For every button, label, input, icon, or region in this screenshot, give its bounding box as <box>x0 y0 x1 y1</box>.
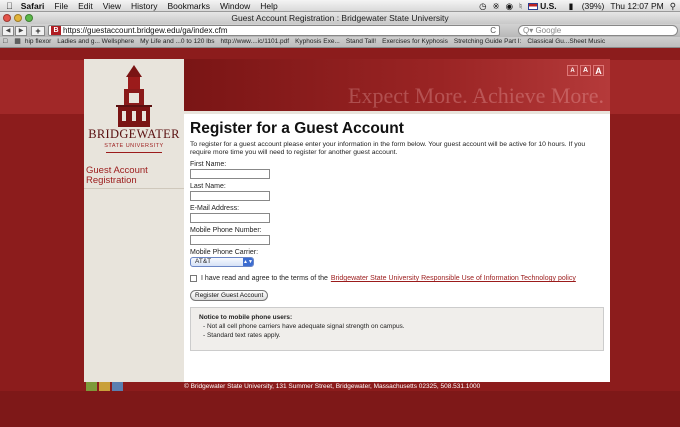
footer-swatch <box>99 382 110 391</box>
url-text: https://guestaccount.bridgew.edu/ga/inde… <box>63 26 228 35</box>
logo-name: BRIDGEWATER <box>88 127 180 141</box>
page-title: Register for a Guest Account <box>190 120 404 137</box>
first-name-label: First Name: <box>190 161 227 168</box>
clock[interactable]: Thu 12:07 PM <box>610 1 663 11</box>
volume-icon[interactable]: ♮ <box>519 1 522 12</box>
wifi-icon[interactable]: ◉ <box>506 1 513 12</box>
top-sites-icon[interactable]: ▦ <box>14 37 21 47</box>
university-logo[interactable]: BRIDGEWATER STATE UNIVERSITY <box>84 59 184 153</box>
menu-file[interactable]: File <box>54 1 68 11</box>
tagline: Expect More. Achieve More. <box>348 83 604 108</box>
logo-subtitle: STATE UNIVERSITY <box>104 143 164 149</box>
footer-swatch <box>86 382 97 391</box>
add-bookmark-button[interactable]: + <box>31 25 45 36</box>
email-label: E-Mail Address: <box>190 205 240 212</box>
text-size-large-button[interactable]: A <box>593 65 604 76</box>
phone-label: Mobile Phone Number: <box>190 227 262 234</box>
menu-bar:  Safari File Edit View History Bookmark… <box>0 0 680 12</box>
select-arrows-icon: ▲▼ <box>243 258 253 266</box>
footer-swatch <box>112 382 123 391</box>
last-name-field[interactable] <box>190 191 270 201</box>
bluetooth-icon[interactable]: ※ <box>493 1 500 12</box>
footer: © Bridgewater State University, 131 Summ… <box>84 382 610 391</box>
search-input[interactable]: Q▾ Google <box>518 25 678 36</box>
register-button[interactable]: Register Guest Account <box>190 290 269 301</box>
reload-icon[interactable]: C <box>490 26 496 35</box>
bookmark-item[interactable]: hip flexor <box>25 37 51 47</box>
input-source[interactable]: U.S. <box>528 1 557 11</box>
window-titlebar: Guest Account Registration : Bridgewater… <box>0 12 680 24</box>
menu-app-name[interactable]: Safari <box>21 1 45 11</box>
window-title: Guest Account Registration : Bridgewater… <box>231 13 449 23</box>
menu-edit[interactable]: Edit <box>78 1 93 11</box>
menu-window[interactable]: Window <box>220 1 250 11</box>
left-column: BRIDGEWATER STATE UNIVERSITY Guest Accou… <box>84 59 184 382</box>
bookmarks-bar: □ ▦ hip flexor Ladies and g... Wellspher… <box>0 37 680 48</box>
bookmark-item[interactable]: Stand Tall! <box>346 37 376 47</box>
carrier-select[interactable]: AT&T ▲▼ <box>190 257 254 267</box>
bookmark-item[interactable]: My Life and ...0 to 120 lbs <box>140 37 214 47</box>
browser-toolbar: ◀ ▶ + B https://guestaccount.bridgew.edu… <box>0 24 680 37</box>
intro-text: To register for a guest account please e… <box>190 141 586 156</box>
bookmark-item[interactable]: Classical Gu...Sheet Music <box>527 37 605 47</box>
minimize-icon[interactable] <box>14 14 22 22</box>
logo-divider <box>106 152 162 153</box>
spotlight-icon[interactable]: ⚲ <box>670 1 676 12</box>
agree-checkbox[interactable] <box>190 275 197 282</box>
first-name-field[interactable] <box>190 169 270 179</box>
notice-item: - Standard text rates apply. <box>203 332 281 339</box>
site-favicon-icon: B <box>51 26 61 35</box>
address-bar[interactable]: B https://guestaccount.bridgew.edu/ga/in… <box>48 25 500 36</box>
bookmark-item[interactable]: http://www....ic/1101.pdf <box>221 37 290 47</box>
carrier-value: AT&T <box>195 258 212 265</box>
flag-icon <box>528 3 539 11</box>
time-machine-icon[interactable]: ◷ <box>479 1 486 12</box>
menu-bookmarks[interactable]: Bookmarks <box>167 1 210 11</box>
reading-list-icon[interactable]: □ <box>3 37 7 47</box>
site-container: BRIDGEWATER STATE UNIVERSITY Guest Accou… <box>84 59 610 391</box>
text-size-controls: A A A <box>565 65 604 76</box>
bookmark-item[interactable]: Kyphosis Exe... <box>295 37 340 47</box>
notice-item: - Not all cell phone carriers have adequ… <box>203 323 405 330</box>
page-bottom <box>0 391 680 427</box>
text-size-medium-button[interactable]: A <box>580 65 591 76</box>
tower-logo-icon <box>116 65 152 127</box>
menu-view[interactable]: View <box>103 1 121 11</box>
nav-guest-account-registration[interactable]: Guest Account Registration <box>84 164 184 189</box>
back-button[interactable]: ◀ <box>2 25 14 36</box>
battery-icon: ▮ <box>568 0 574 11</box>
battery-status[interactable]: ▮ (39%) <box>563 1 605 12</box>
notice-title: Notice to mobile phone users: <box>199 314 293 321</box>
footer-text: © Bridgewater State University, 131 Summ… <box>184 383 481 390</box>
phone-field[interactable] <box>190 235 270 245</box>
text-size-small-button[interactable]: A <box>567 65 578 76</box>
email-field[interactable] <box>190 213 270 223</box>
zoom-icon[interactable] <box>25 14 33 22</box>
notice-box: Notice to mobile phone users: - Not all … <box>190 307 604 351</box>
policy-link[interactable]: Bridgewater State University Responsible… <box>331 275 576 282</box>
agree-text: I have read and agree to the terms of th… <box>201 275 328 282</box>
last-name-label: Last Name: <box>190 183 226 190</box>
forward-button[interactable]: ▶ <box>15 25 27 36</box>
status-area: ◷ ※ ◉ ♮ U.S. ▮ (39%) Thu 12:07 PM ⚲ <box>473 0 676 12</box>
window-controls <box>3 14 36 22</box>
carrier-label: Mobile Phone Carrier: <box>190 249 259 256</box>
menu-history[interactable]: History <box>131 1 157 11</box>
header-banner: A A A Expect More. Achieve More. <box>184 59 610 111</box>
agree-row: I have read and agree to the terms of th… <box>190 275 604 282</box>
close-icon[interactable] <box>3 14 11 22</box>
menu-help[interactable]: Help <box>260 1 277 11</box>
bookmark-item[interactable]: Ladies and g... Wellsphere <box>57 37 134 47</box>
apple-icon[interactable]:  <box>6 1 13 11</box>
web-page: BRIDGEWATER STATE UNIVERSITY Guest Accou… <box>0 48 680 427</box>
bookmark-item[interactable]: Exercises for Kyphosis <box>382 37 448 47</box>
main-content: Register for a Guest Account To register… <box>184 111 610 382</box>
bookmark-item[interactable]: Stretching Guide Part I: <box>454 37 522 47</box>
